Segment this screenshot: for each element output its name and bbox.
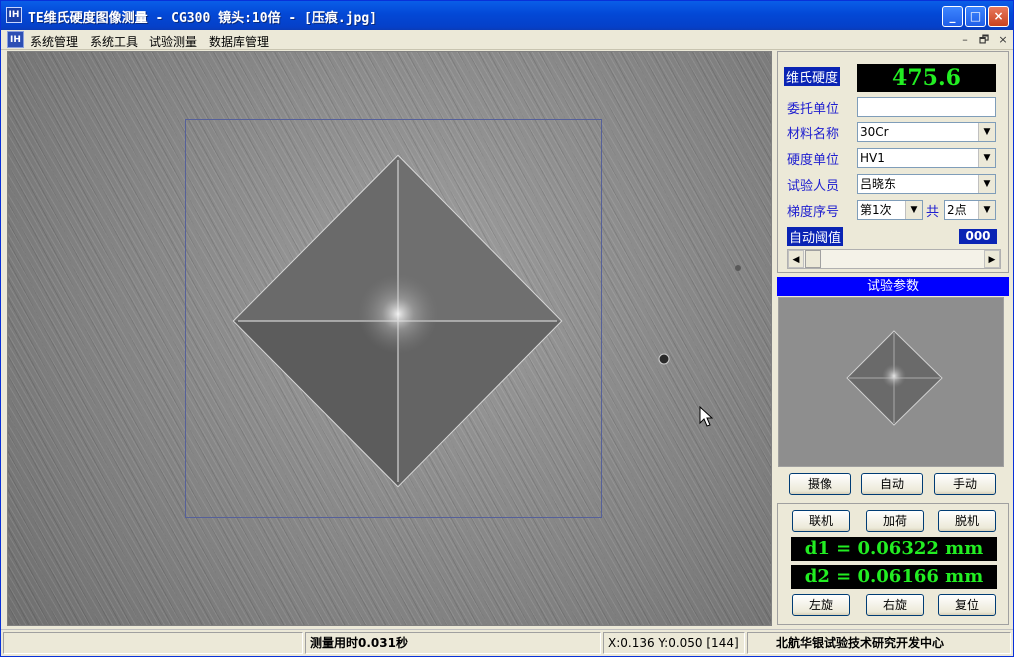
gradient-select[interactable]: 第1次 ▼	[857, 200, 923, 220]
connect-button[interactable]: 联机	[792, 510, 850, 532]
menu-test-measurement[interactable]: 试验测量	[149, 33, 197, 50]
hardness-label: 维氏硬度	[784, 67, 841, 86]
maximize-button[interactable]: □	[965, 6, 986, 27]
status-organization: 北航华银试验技术研究开发中心	[747, 632, 1011, 654]
mdi-minimize-button[interactable]: –	[958, 33, 972, 47]
document-icon[interactable]: IH	[7, 31, 24, 48]
machine-control-box: 联机 加荷 脱机 d1 = 0.06322 mm d2 = 0.06166 mm…	[777, 503, 1009, 625]
gradient-value: 第1次	[860, 203, 892, 217]
material-value: 30Cr	[860, 125, 889, 139]
menu-database-management[interactable]: 数据库管理	[209, 33, 269, 50]
right-panel: 维氏硬度 475.6 委托单位 材料名称 30Cr ▼ 硬度单位 HV1 ▼ 试…	[777, 51, 1009, 626]
manual-button[interactable]: 手动	[934, 473, 996, 495]
app-window: IH TE维氏硬度图像测量 - CG300 镜头:10倍 - [压痕.jpg] …	[0, 0, 1014, 657]
test-parameters-header: 试验参数	[777, 277, 1009, 296]
load-button[interactable]: 加荷	[866, 510, 924, 532]
client-input[interactable]	[857, 97, 996, 117]
measurement-frame[interactable]	[185, 119, 602, 518]
menu-bar: IH 系统管理 系统工具 试验测量 数据库管理 – 🗗 ×	[1, 30, 1013, 50]
mdi-restore-button[interactable]: 🗗	[977, 33, 991, 47]
status-empty	[3, 632, 303, 654]
d2-display: d2 = 0.06166 mm	[791, 565, 997, 589]
d1-display: d1 = 0.06322 mm	[791, 537, 997, 561]
arrow-right-icon[interactable]: ▶	[984, 250, 1000, 268]
chevron-down-icon[interactable]: ▼	[978, 201, 995, 219]
camera-button-row: 摄像 自动 手动	[777, 467, 1009, 501]
rotate-left-button[interactable]: 左旋	[792, 594, 850, 616]
total-select[interactable]: 2点 ▼	[944, 200, 996, 220]
unit-select[interactable]: HV1 ▼	[857, 148, 996, 168]
status-bar: 测量用时0.031秒 X:0.136 Y:0.050 [144] 北航华银试验技…	[1, 629, 1013, 656]
indentation-image-view[interactable]	[7, 51, 772, 626]
chevron-down-icon[interactable]: ▼	[978, 175, 995, 193]
unit-label: 硬度单位	[787, 153, 840, 168]
material-select[interactable]: 30Cr ▼	[857, 122, 996, 142]
auto-button[interactable]: 自动	[861, 473, 923, 495]
app-icon: IH	[6, 7, 22, 23]
auto-threshold-value: 000	[959, 229, 997, 244]
threshold-slider[interactable]: ◀ ▶	[787, 249, 1001, 269]
parameter-box: 维氏硬度 475.6 委托单位 材料名称 30Cr ▼ 硬度单位 HV1 ▼ 试…	[777, 51, 1009, 273]
mouse-pointer-icon	[699, 406, 713, 427]
auto-threshold-label: 自动阈值	[787, 227, 844, 246]
arrow-left-icon[interactable]: ◀	[788, 250, 804, 268]
unit-value: HV1	[860, 151, 885, 165]
title-bar[interactable]: IH TE维氏硬度图像测量 - CG300 镜头:10倍 - [压痕.jpg] …	[1, 1, 1013, 30]
slider-thumb[interactable]	[805, 250, 821, 268]
disconnect-button[interactable]: 脱机	[938, 510, 996, 532]
chevron-down-icon[interactable]: ▼	[978, 123, 995, 141]
chevron-down-icon[interactable]: ▼	[978, 149, 995, 167]
hardness-value-display: 475.6	[857, 64, 996, 92]
material-label: 材料名称	[787, 127, 840, 142]
minimize-button[interactable]: _	[942, 6, 963, 27]
close-button[interactable]: ×	[988, 6, 1009, 27]
status-measure-time: 测量用时0.031秒	[305, 632, 601, 654]
window-title: TE维氏硬度图像测量 - CG300 镜头:10倍 - [压痕.jpg]	[28, 11, 378, 26]
rotate-right-button[interactable]: 右旋	[866, 594, 924, 616]
thumbnail-view[interactable]	[778, 297, 1004, 467]
thumbnail-graphic	[846, 330, 943, 426]
reset-button[interactable]: 复位	[938, 594, 996, 616]
tester-label: 试验人员	[787, 179, 840, 194]
tester-value: 吕晓东	[860, 177, 897, 191]
menu-system-tools[interactable]: 系统工具	[90, 33, 138, 50]
total-label: 共	[926, 205, 940, 220]
chevron-down-icon[interactable]: ▼	[905, 201, 922, 219]
tester-select[interactable]: 吕晓东 ▼	[857, 174, 996, 194]
menu-system-management[interactable]: 系统管理	[30, 33, 78, 50]
total-value: 2点	[947, 203, 967, 217]
client-label: 委托单位	[787, 102, 840, 117]
status-coordinates: X:0.136 Y:0.050 [144]	[603, 632, 745, 654]
gradient-label: 梯度序号	[787, 205, 840, 220]
capture-button[interactable]: 摄像	[789, 473, 851, 495]
mdi-close-button[interactable]: ×	[996, 33, 1010, 47]
